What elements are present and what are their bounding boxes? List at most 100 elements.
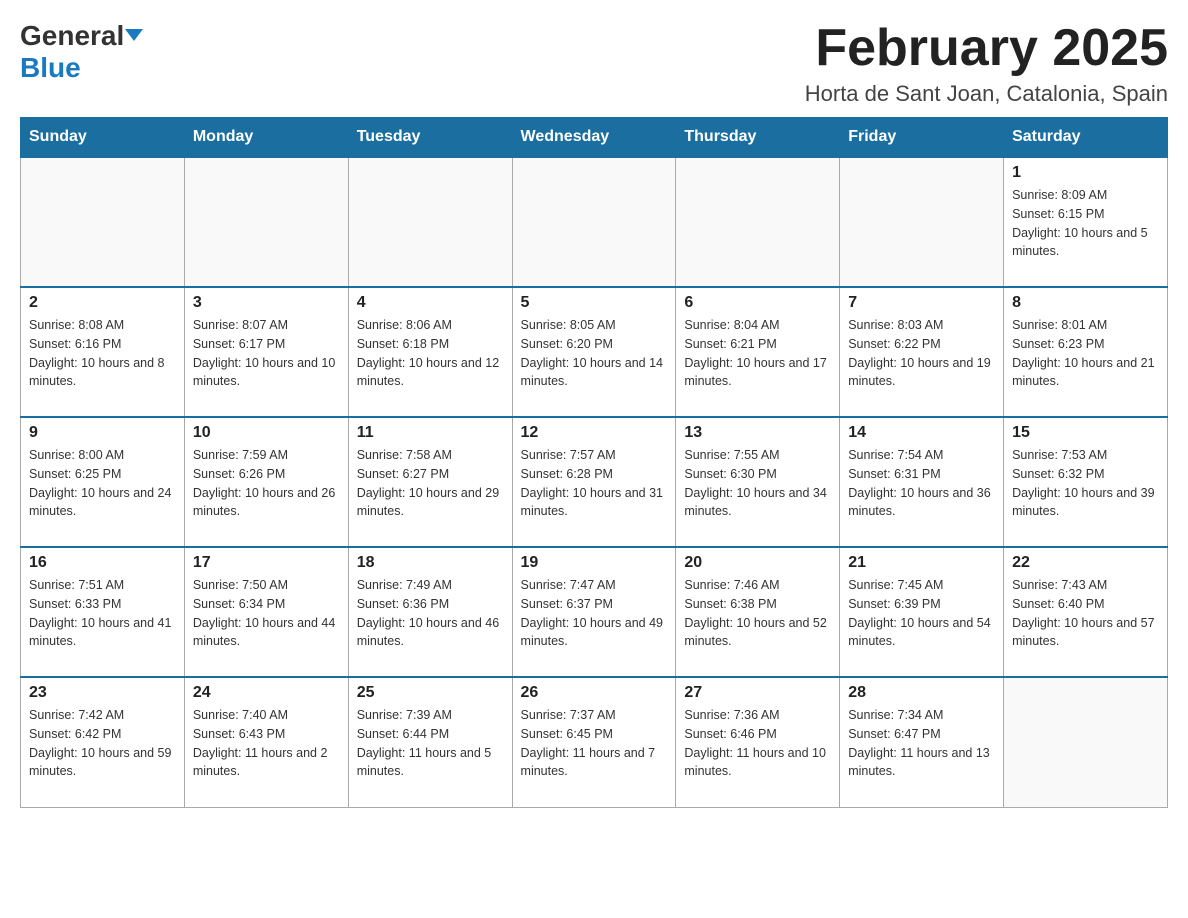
day-info: Sunrise: 7:57 AM Sunset: 6:28 PM Dayligh… [521, 446, 668, 521]
week-row-1: 1 Sunrise: 8:09 AM Sunset: 6:15 PM Daylig… [21, 157, 1168, 287]
day-number: 13 [684, 424, 831, 442]
day-info: Sunrise: 7:59 AM Sunset: 6:26 PM Dayligh… [193, 446, 340, 521]
location-subtitle: Horta de Sant Joan, Catalonia, Spain [805, 81, 1168, 107]
day-number: 5 [521, 294, 668, 312]
header-thursday: Thursday [676, 118, 840, 158]
cell-week2-day5: 7 Sunrise: 8:03 AM Sunset: 6:22 PM Daylig… [840, 287, 1004, 417]
day-info: Sunrise: 8:06 AM Sunset: 6:18 PM Dayligh… [357, 316, 504, 391]
day-number: 1 [1012, 164, 1159, 182]
day-info: Sunrise: 7:45 AM Sunset: 6:39 PM Dayligh… [848, 576, 995, 651]
day-number: 20 [684, 554, 831, 572]
cell-week4-day6: 22 Sunrise: 7:43 AM Sunset: 6:40 PM Dayli… [1004, 547, 1168, 677]
cell-week2-day1: 3 Sunrise: 8:07 AM Sunset: 6:17 PM Daylig… [184, 287, 348, 417]
weekday-header-row: Sunday Monday Tuesday Wednesday Thursday… [21, 118, 1168, 158]
day-info: Sunrise: 8:07 AM Sunset: 6:17 PM Dayligh… [193, 316, 340, 391]
cell-week5-day6 [1004, 677, 1168, 807]
day-info: Sunrise: 8:08 AM Sunset: 6:16 PM Dayligh… [29, 316, 176, 391]
day-info: Sunrise: 8:04 AM Sunset: 6:21 PM Dayligh… [684, 316, 831, 391]
day-info: Sunrise: 7:47 AM Sunset: 6:37 PM Dayligh… [521, 576, 668, 651]
day-info: Sunrise: 7:39 AM Sunset: 6:44 PM Dayligh… [357, 706, 504, 781]
cell-week2-day2: 4 Sunrise: 8:06 AM Sunset: 6:18 PM Daylig… [348, 287, 512, 417]
cell-week4-day2: 18Sunrise: 7:49 AM Sunset: 6:36 PM Dayli… [348, 547, 512, 677]
logo: GeneralBlue [20, 20, 143, 84]
cell-week4-day1: 17 Sunrise: 7:50 AM Sunset: 6:34 PM Dayli… [184, 547, 348, 677]
cell-week3-day0: 9Sunrise: 8:00 AM Sunset: 6:25 PM Daylig… [21, 417, 185, 547]
day-number: 24 [193, 684, 340, 702]
title-block: February 2025 Horta de Sant Joan, Catalo… [805, 20, 1168, 107]
day-info: Sunrise: 7:40 AM Sunset: 6:43 PM Dayligh… [193, 706, 340, 781]
header-friday: Friday [840, 118, 1004, 158]
day-info: Sunrise: 7:42 AM Sunset: 6:42 PM Dayligh… [29, 706, 176, 781]
cell-week3-day2: 11 Sunrise: 7:58 AM Sunset: 6:27 PM Dayli… [348, 417, 512, 547]
day-number: 6 [684, 294, 831, 312]
day-number: 4 [357, 294, 504, 312]
day-info: Sunrise: 7:34 AM Sunset: 6:47 PM Dayligh… [848, 706, 995, 781]
day-number: 25 [357, 684, 504, 702]
day-number: 22 [1012, 554, 1159, 572]
day-number: 27 [684, 684, 831, 702]
cell-week5-day1: 24 Sunrise: 7:40 AM Sunset: 6:43 PM Dayli… [184, 677, 348, 807]
day-number: 8 [1012, 294, 1159, 312]
day-info: Sunrise: 8:03 AM Sunset: 6:22 PM Dayligh… [848, 316, 995, 391]
day-number: 3 [193, 294, 340, 312]
day-number: 7 [848, 294, 995, 312]
cell-week1-day6: 1 Sunrise: 8:09 AM Sunset: 6:15 PM Daylig… [1004, 157, 1168, 287]
day-number: 11 [357, 424, 504, 442]
header-wednesday: Wednesday [512, 118, 676, 158]
cell-week1-day0 [21, 157, 185, 287]
day-number: 10 [193, 424, 340, 442]
day-number: 16 [29, 554, 176, 572]
week-row-5: 23 Sunrise: 7:42 AM Sunset: 6:42 PM Dayli… [21, 677, 1168, 807]
calendar-title: February 2025 [805, 20, 1168, 77]
day-info: Sunrise: 7:58 AM Sunset: 6:27 PM Dayligh… [357, 446, 504, 521]
day-info: Sunrise: 7:51 AM Sunset: 6:33 PM Dayligh… [29, 576, 176, 651]
page-header: GeneralBlue February 2025 Horta de Sant … [20, 20, 1168, 107]
day-info: Sunrise: 7:55 AM Sunset: 6:30 PM Dayligh… [684, 446, 831, 521]
week-row-3: 9Sunrise: 8:00 AM Sunset: 6:25 PM Daylig… [21, 417, 1168, 547]
day-info: Sunrise: 7:54 AM Sunset: 6:31 PM Dayligh… [848, 446, 995, 521]
cell-week1-day4 [676, 157, 840, 287]
day-number: 28 [848, 684, 995, 702]
day-number: 26 [521, 684, 668, 702]
day-number: 12 [521, 424, 668, 442]
day-info: Sunrise: 8:00 AM Sunset: 6:25 PM Dayligh… [29, 446, 176, 521]
cell-week3-day1: 10 Sunrise: 7:59 AM Sunset: 6:26 PM Dayli… [184, 417, 348, 547]
header-tuesday: Tuesday [348, 118, 512, 158]
cell-week4-day4: 20 Sunrise: 7:46 AM Sunset: 6:38 PM Dayli… [676, 547, 840, 677]
day-info: Sunrise: 8:05 AM Sunset: 6:20 PM Dayligh… [521, 316, 668, 391]
cell-week4-day3: 19 Sunrise: 7:47 AM Sunset: 6:37 PM Dayli… [512, 547, 676, 677]
calendar-table: Sunday Monday Tuesday Wednesday Thursday… [20, 117, 1168, 808]
day-number: 21 [848, 554, 995, 572]
day-number: 14 [848, 424, 995, 442]
day-info: Sunrise: 7:53 AM Sunset: 6:32 PM Dayligh… [1012, 446, 1159, 521]
day-number: 2 [29, 294, 176, 312]
cell-week1-day2 [348, 157, 512, 287]
day-info: Sunrise: 7:49 AM Sunset: 6:36 PM Dayligh… [357, 576, 504, 651]
header-sunday: Sunday [21, 118, 185, 158]
day-info: Sunrise: 7:37 AM Sunset: 6:45 PM Dayligh… [521, 706, 668, 781]
cell-week2-day4: 6 Sunrise: 8:04 AM Sunset: 6:21 PM Daylig… [676, 287, 840, 417]
cell-week4-day0: 16 Sunrise: 7:51 AM Sunset: 6:33 PM Dayli… [21, 547, 185, 677]
day-info: Sunrise: 7:50 AM Sunset: 6:34 PM Dayligh… [193, 576, 340, 651]
header-saturday: Saturday [1004, 118, 1168, 158]
header-monday: Monday [184, 118, 348, 158]
cell-week2-day0: 2 Sunrise: 8:08 AM Sunset: 6:16 PM Daylig… [21, 287, 185, 417]
day-info: Sunrise: 8:01 AM Sunset: 6:23 PM Dayligh… [1012, 316, 1159, 391]
cell-week3-day3: 12 Sunrise: 7:57 AM Sunset: 6:28 PM Dayli… [512, 417, 676, 547]
day-number: 19 [521, 554, 668, 572]
day-number: 23 [29, 684, 176, 702]
cell-week4-day5: 21 Sunrise: 7:45 AM Sunset: 6:39 PM Dayli… [840, 547, 1004, 677]
cell-week2-day6: 8 Sunrise: 8:01 AM Sunset: 6:23 PM Daylig… [1004, 287, 1168, 417]
day-number: 17 [193, 554, 340, 572]
cell-week2-day3: 5 Sunrise: 8:05 AM Sunset: 6:20 PM Daylig… [512, 287, 676, 417]
cell-week5-day3: 26 Sunrise: 7:37 AM Sunset: 6:45 PM Dayli… [512, 677, 676, 807]
day-info: Sunrise: 7:36 AM Sunset: 6:46 PM Dayligh… [684, 706, 831, 781]
logo-text: GeneralBlue [20, 20, 143, 84]
cell-week1-day1 [184, 157, 348, 287]
day-info: Sunrise: 7:43 AM Sunset: 6:40 PM Dayligh… [1012, 576, 1159, 651]
week-row-4: 16 Sunrise: 7:51 AM Sunset: 6:33 PM Dayli… [21, 547, 1168, 677]
day-info: Sunrise: 7:46 AM Sunset: 6:38 PM Dayligh… [684, 576, 831, 651]
cell-week3-day6: 15Sunrise: 7:53 AM Sunset: 6:32 PM Dayli… [1004, 417, 1168, 547]
cell-week3-day4: 13 Sunrise: 7:55 AM Sunset: 6:30 PM Dayli… [676, 417, 840, 547]
day-info: Sunrise: 8:09 AM Sunset: 6:15 PM Dayligh… [1012, 186, 1159, 261]
